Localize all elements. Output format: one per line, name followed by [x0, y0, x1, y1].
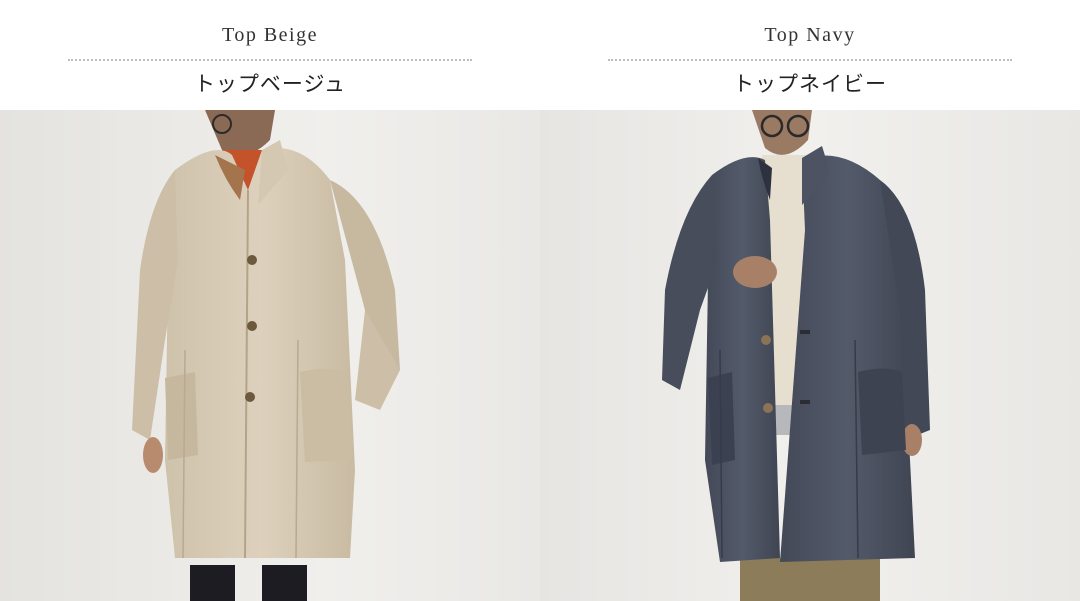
- color-name-ja: トップベージュ: [193, 72, 347, 96]
- product-column-beige: Top Beige トップベージュ: [0, 0, 540, 601]
- navy-coat-illustration: [540, 110, 1080, 601]
- product-color-comparison: Top Beige トップベージュ Top Navy トップネイビー: [0, 0, 1080, 601]
- color-name-en: Top Navy: [764, 24, 856, 46]
- navy-coat-photo: [540, 110, 1080, 601]
- product-column-navy: Top Navy トップネイビー: [540, 0, 1080, 601]
- dotted-divider: [68, 59, 472, 61]
- dotted-divider: [608, 59, 1012, 61]
- beige-coat-photo: [0, 110, 540, 601]
- beige-coat-illustration: [0, 110, 540, 601]
- color-name-en: Top Beige: [222, 24, 318, 46]
- color-name-ja: トップネイビー: [733, 72, 887, 96]
